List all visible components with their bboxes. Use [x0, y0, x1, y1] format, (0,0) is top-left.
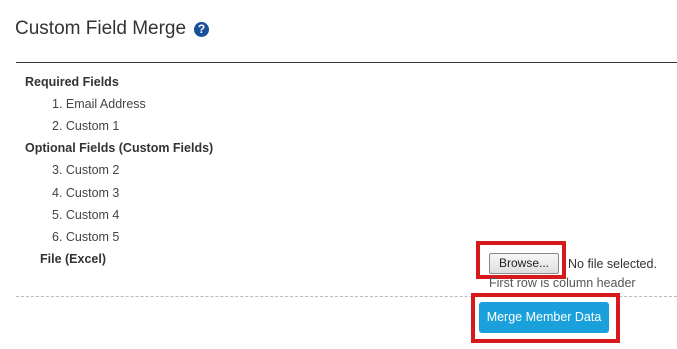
file-excel-label: File (Excel): [40, 252, 106, 266]
required-fields-heading: Required Fields: [25, 75, 119, 89]
file-status-text: No file selected.: [568, 257, 657, 271]
optional-field-item: 5. Custom 4: [52, 208, 120, 222]
optional-field-item: 4. Custom 3: [52, 186, 120, 200]
optional-fields-heading: Optional Fields (Custom Fields): [25, 141, 214, 155]
optional-field-item: 3. Custom 2: [52, 163, 120, 177]
required-field-item: 1. Email Address: [52, 97, 146, 111]
page-title: Custom Field Merge: [15, 18, 187, 39]
help-icon[interactable]: ?: [194, 21, 210, 37]
optional-field-item: 6. Custom 5: [52, 230, 120, 244]
required-field-item: 2. Custom 1: [52, 119, 120, 133]
merge-member-data-button[interactable]: Merge Member Data: [479, 302, 609, 333]
browse-button[interactable]: Browse...: [489, 253, 559, 274]
column-header-hint: First row is column header: [489, 276, 636, 290]
title-divider: [16, 62, 677, 63]
page-title-row: Custom Field Merge ?: [15, 18, 210, 40]
